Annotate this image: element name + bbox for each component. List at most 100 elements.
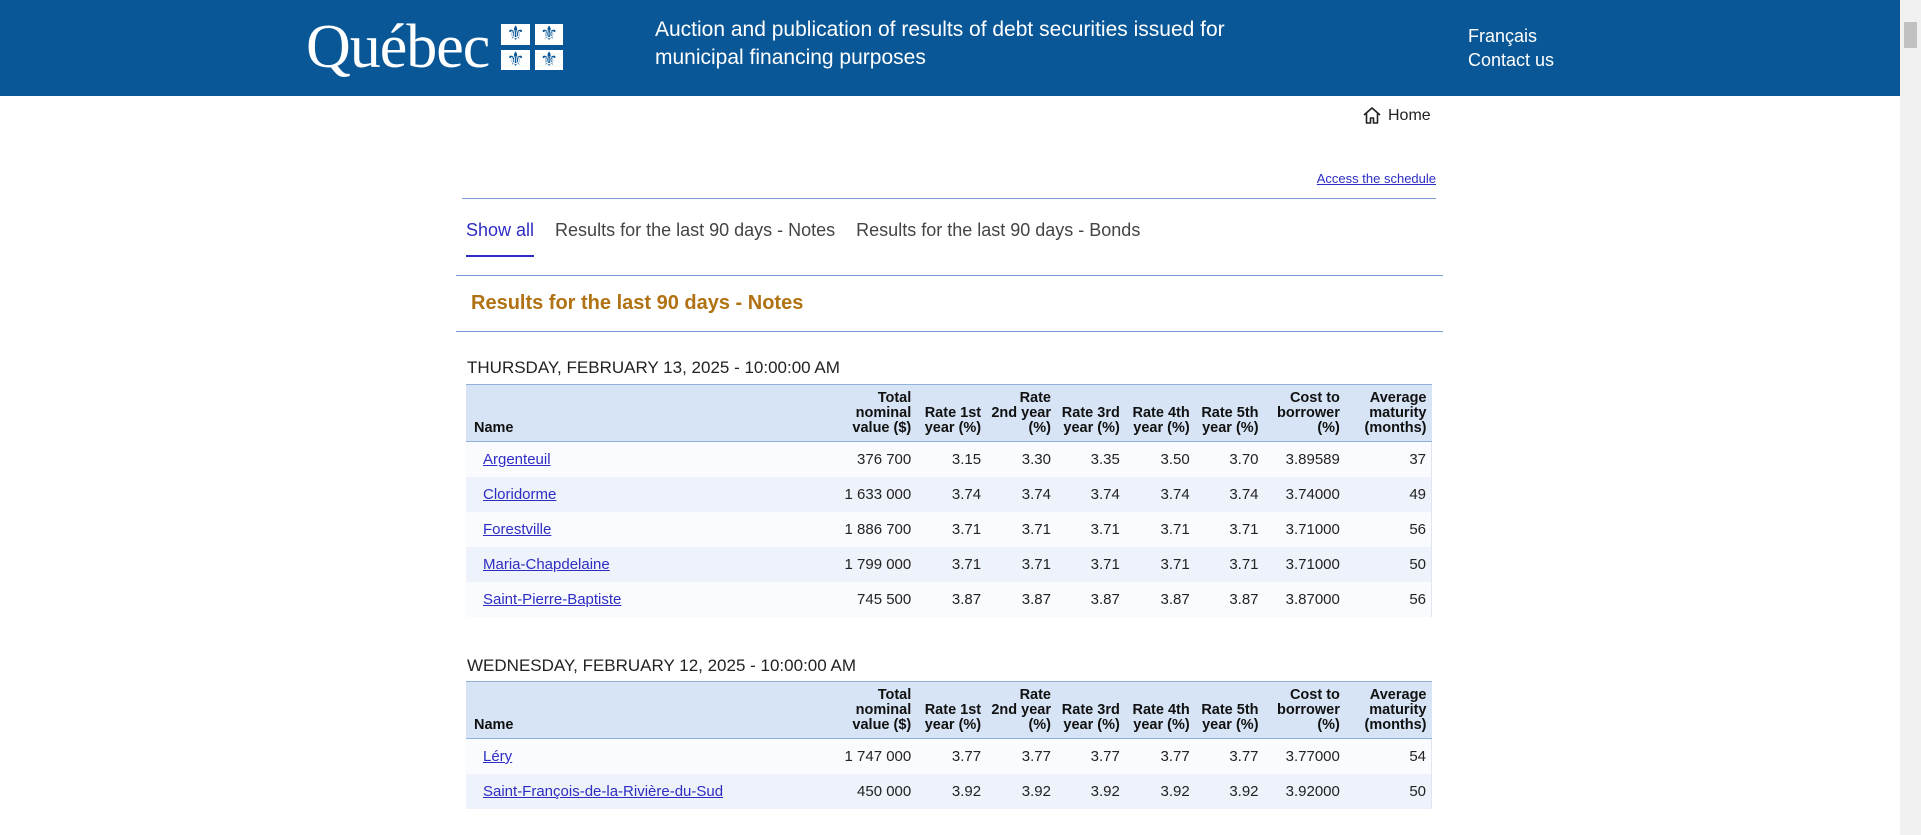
table-cell: 3.71 [1194, 512, 1264, 547]
table-row: Forestville 1 886 700 3.71 3.71 3.71 3.7… [466, 512, 1432, 547]
table-cell: 3.77 [1124, 738, 1195, 774]
table-cell: 3.92 [916, 774, 987, 809]
column-header: Name [466, 384, 837, 442]
table-cell: 54 [1344, 738, 1432, 774]
tab-notes[interactable]: Results for the last 90 days - Notes [555, 220, 835, 257]
language-link[interactable]: Français [1468, 24, 1554, 48]
tab-bonds[interactable]: Results for the last 90 days - Bonds [856, 220, 1140, 257]
table-cell: 1 633 000 [836, 477, 917, 512]
table-cell: 1 747 000 [836, 738, 917, 774]
table-cell: 3.71 [986, 547, 1056, 582]
site-title: Auction and publication of results of de… [655, 18, 1225, 69]
table-cell: 3.71 [916, 547, 987, 582]
column-header: Total nominal value ($) [836, 384, 917, 442]
table-cell: 1 799 000 [836, 547, 917, 582]
column-header: Average maturity (months) [1344, 681, 1432, 739]
column-header: Rate 4th year (%) [1124, 384, 1195, 442]
column-header: Rate 5th year (%) [1194, 681, 1264, 739]
table-cell: 50 [1344, 774, 1432, 809]
auction-date-heading: WEDNESDAY, FEBRUARY 12, 2025 - 10:00:00 … [467, 656, 856, 675]
logo-wordmark: Québec [306, 13, 490, 81]
table-cell: 3.74 [1194, 477, 1264, 512]
table-row: Saint-François-de-la-Rivière-du-Sud 450 … [466, 774, 1432, 809]
table-cell: 3.92 [986, 774, 1056, 809]
table-cell: 1 886 700 [836, 512, 917, 547]
quebec-logo[interactable]: Québec ⚜ ⚜ ⚜ ⚜ [306, 12, 564, 82]
table-cell: 3.35 [1056, 441, 1125, 477]
results-table: Name Total nominal value ($) Rate 1st ye… [466, 384, 1432, 617]
table-cell: 3.77000 [1263, 738, 1345, 774]
column-header: Rate 5th year (%) [1194, 384, 1264, 442]
table-cell: 50 [1344, 547, 1432, 582]
contact-link[interactable]: Contact us [1468, 48, 1554, 72]
table-cell: 3.71 [986, 512, 1056, 547]
table-cell: 3.71000 [1263, 512, 1345, 547]
table-cell: 3.30 [986, 441, 1056, 477]
table-header-row: Name Total nominal value ($) Rate 1st ye… [466, 681, 1432, 739]
municipality-link[interactable]: Léry [483, 748, 512, 765]
table-cell: 3.77 [986, 738, 1056, 774]
column-header: Rate 3rd year (%) [1056, 384, 1125, 442]
table-cell: 3.71 [916, 512, 987, 547]
table-cell: 3.87 [986, 582, 1056, 617]
results-tabs: Show all Results for the last 90 days - … [466, 220, 1161, 257]
column-header: Rate 2nd year (%) [986, 384, 1056, 442]
table-cell: 3.87 [1124, 582, 1195, 617]
home-link[interactable]: Home [1362, 106, 1431, 125]
municipality-link[interactable]: Saint-Pierre-Baptiste [483, 591, 621, 608]
table-cell: 745 500 [836, 582, 917, 617]
municipality-link[interactable]: Argenteuil [483, 451, 551, 468]
table-cell: 56 [1344, 582, 1432, 617]
column-header: Average maturity (months) [1344, 384, 1432, 442]
header-links: Français Contact us [1468, 24, 1554, 72]
table-cell: 37 [1344, 441, 1432, 477]
table-cell: 3.74000 [1263, 477, 1345, 512]
results-table: Name Total nominal value ($) Rate 1st ye… [466, 681, 1432, 809]
table-cell: 3.74 [986, 477, 1056, 512]
table-cell: 3.92 [1056, 774, 1125, 809]
fleur-de-lis-flag-icon: ⚜ ⚜ ⚜ ⚜ [501, 24, 564, 70]
table-cell: 56 [1344, 512, 1432, 547]
table-cell: 3.74 [1124, 477, 1195, 512]
column-header: Rate 1st year (%) [916, 384, 987, 442]
table-row: Argenteuil 376 700 3.15 3.30 3.35 3.50 3… [466, 441, 1432, 477]
table-header-row: Name Total nominal value ($) Rate 1st ye… [466, 384, 1432, 442]
table-cell: 3.77 [1194, 738, 1264, 774]
column-header: Rate 2nd year (%) [986, 681, 1056, 739]
table-row: Cloridorme 1 633 000 3.74 3.74 3.74 3.74… [466, 477, 1432, 512]
column-header: Cost to borrower (%) [1263, 681, 1345, 739]
municipality-link[interactable]: Cloridorme [483, 486, 556, 503]
column-header: Total nominal value ($) [836, 681, 917, 739]
site-header: Québec ⚜ ⚜ ⚜ ⚜ Auction and publication of r… [0, 0, 1900, 96]
table-cell: 3.87 [1056, 582, 1125, 617]
table-cell: 450 000 [836, 774, 917, 809]
table-cell: 3.71 [1056, 547, 1125, 582]
table-row: Léry 1 747 000 3.77 3.77 3.77 3.77 3.77 … [466, 738, 1432, 774]
section-title: Results for the last 90 days - Notes [471, 292, 804, 314]
municipality-link[interactable]: Maria-Chapdelaine [483, 556, 610, 573]
auction-date-heading: THURSDAY, FEBRUARY 13, 2025 - 10:00:00 A… [467, 358, 840, 377]
column-header: Rate 4th year (%) [1124, 681, 1195, 739]
column-header: Rate 3rd year (%) [1056, 681, 1125, 739]
municipality-link[interactable]: Saint-François-de-la-Rivière-du-Sud [483, 783, 723, 800]
table-cell: 49 [1344, 477, 1432, 512]
column-header: Name [466, 681, 837, 739]
table-cell: 3.71 [1124, 547, 1195, 582]
table-cell: 3.71 [1124, 512, 1195, 547]
table-cell: 3.77 [1056, 738, 1125, 774]
table-row: Maria-Chapdelaine 1 799 000 3.71 3.71 3.… [466, 547, 1432, 582]
tab-show-all[interactable]: Show all [466, 220, 535, 257]
table-cell: 3.92 [1194, 774, 1264, 809]
scrollbar-thumb[interactable] [1904, 22, 1917, 48]
divider [462, 198, 1436, 199]
column-header: Rate 1st year (%) [916, 681, 987, 739]
municipality-link[interactable]: Forestville [483, 521, 551, 538]
table-row: Saint-Pierre-Baptiste 745 500 3.87 3.87 … [466, 582, 1432, 617]
home-label: Home [1388, 106, 1431, 124]
table-cell: 3.15 [916, 441, 987, 477]
access-schedule-link[interactable]: Access the schedule [1317, 171, 1436, 186]
table-cell: 3.71000 [1263, 547, 1345, 582]
table-cell: 3.77 [916, 738, 987, 774]
vertical-scrollbar[interactable] [1900, 0, 1921, 835]
table-cell: 3.74 [1056, 477, 1125, 512]
